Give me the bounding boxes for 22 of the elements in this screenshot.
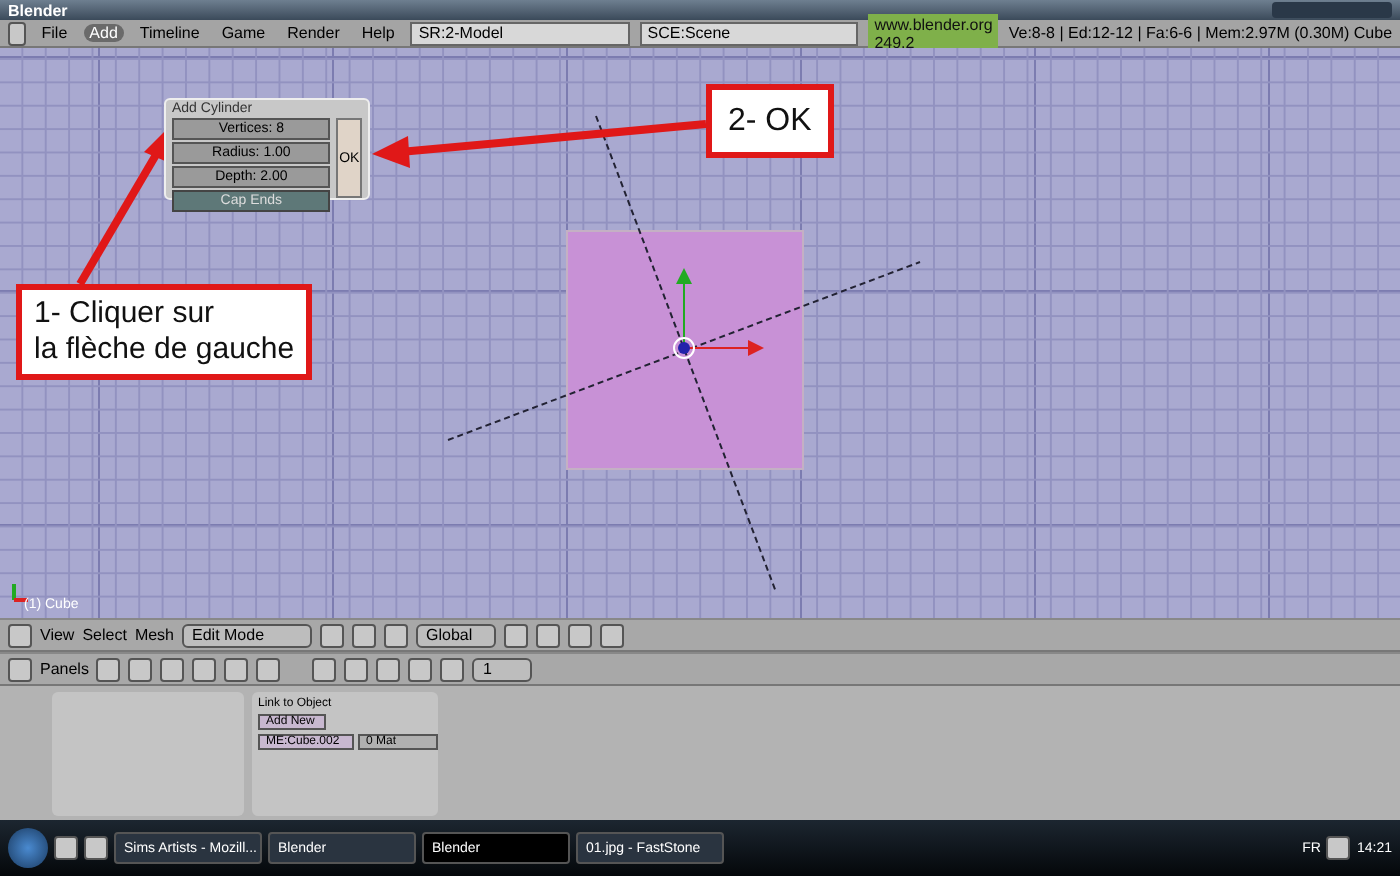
transform-widget-drawing [673,268,764,359]
menu-item[interactable]: Render [281,24,346,42]
frame-field[interactable]: 1 [472,657,533,681]
callout-text: 1- Cliquer sur la flèche de gauche [16,284,313,380]
screen-field[interactable]: SR:2-Model [410,21,630,45]
menu-item[interactable]: Select [82,626,127,644]
menu-item[interactable]: Game [215,24,272,42]
menu-item[interactable]: View [40,626,75,644]
window-title: Blender [8,1,68,19]
callout-text: 2- OK [706,84,834,159]
menu-item[interactable]: Help [355,24,401,42]
menu-item[interactable]: File [35,24,74,42]
menu-item[interactable]: Add [83,24,124,42]
menu-item[interactable]: Mesh [134,626,174,644]
menu-item[interactable]: Timeline [133,24,206,42]
scene-field[interactable]: SCE:Scene [639,21,859,45]
start-button[interactable] [8,828,48,868]
axis-gizmo-icon [12,584,28,602]
panels-label: Panels [40,660,89,678]
orientation-dropdown[interactable]: Global [416,623,496,647]
stats-text: Ve:8-8 | Ed:12-12 | Fa:6-6 | Mem:2.97M (0.30M) Cube [1008,24,1393,42]
mode-dropdown[interactable]: Edit Mode [182,623,312,647]
